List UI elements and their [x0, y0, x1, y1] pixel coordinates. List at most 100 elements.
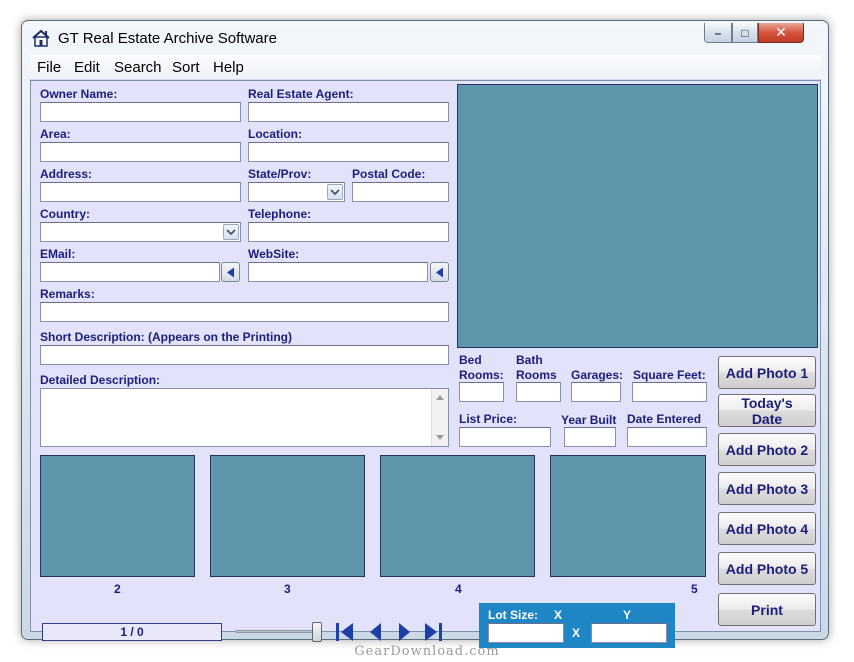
- lot-size-y-input[interactable]: [591, 623, 667, 643]
- postal-code-label: Postal Code:: [352, 167, 426, 181]
- remarks-input[interactable]: [40, 302, 449, 322]
- detailed-description-label: Detailed Description:: [40, 373, 161, 387]
- menu-search[interactable]: Search: [114, 59, 162, 76]
- email-label: EMail:: [40, 247, 76, 261]
- state-label: State/Prov:: [248, 167, 312, 181]
- add-photo-3-button[interactable]: Add Photo 3: [718, 472, 816, 505]
- email-input[interactable]: [40, 262, 220, 282]
- close-icon: ✕: [775, 24, 787, 40]
- chevron-down-icon[interactable]: [327, 184, 343, 200]
- date-entered-input[interactable]: [627, 427, 707, 447]
- vertical-scrollbar[interactable]: [431, 389, 448, 446]
- form-area: Owner Name: Real Estate Agent: Area: Loc…: [30, 80, 821, 648]
- square-feet-label: Square Feet:: [633, 368, 706, 382]
- bed-rooms-input[interactable]: [459, 382, 504, 402]
- chevron-down-icon[interactable]: [223, 224, 239, 240]
- menu-file[interactable]: File: [37, 59, 61, 76]
- menu-help[interactable]: Help: [213, 59, 244, 76]
- website-go-button[interactable]: [430, 262, 449, 282]
- first-record-icon[interactable]: [333, 621, 355, 643]
- previous-record-icon[interactable]: [365, 621, 387, 643]
- maximize-icon: □: [741, 25, 749, 40]
- date-entered-label: Date Entered: [627, 412, 702, 426]
- thumbnail-photo-2[interactable]: [40, 455, 195, 577]
- agent-input[interactable]: [248, 102, 449, 122]
- lot-size-separator: X: [572, 626, 581, 640]
- address-label: Address:: [40, 167, 93, 181]
- telephone-label: Telephone:: [248, 207, 312, 221]
- next-record-icon[interactable]: [393, 621, 415, 643]
- list-price-label: List Price:: [459, 412, 518, 426]
- add-photo-5-button[interactable]: Add Photo 5: [718, 552, 816, 585]
- menu-sort[interactable]: Sort: [172, 59, 200, 76]
- website-label: WebSite:: [248, 247, 300, 261]
- scroll-down-icon[interactable]: [436, 435, 444, 440]
- area-label: Area:: [40, 127, 71, 141]
- thumbnail-number-5: 5: [691, 582, 698, 596]
- lot-size-label: Lot Size:: [488, 608, 538, 622]
- address-input[interactable]: [40, 182, 241, 202]
- thumbnail-photo-5[interactable]: [550, 455, 706, 577]
- detailed-description-textarea[interactable]: [40, 388, 449, 447]
- year-built-label: Year Built: [561, 413, 617, 427]
- add-photo-1-button[interactable]: Add Photo 1: [718, 356, 816, 389]
- area-input[interactable]: [40, 142, 241, 162]
- record-counter: 1 / 0: [42, 623, 222, 641]
- thumbnail-photo-4[interactable]: [380, 455, 535, 577]
- owner-name-input[interactable]: [40, 102, 241, 122]
- todays-date-button[interactable]: Today's Date: [718, 394, 816, 427]
- state-select[interactable]: [248, 182, 345, 202]
- remarks-label: Remarks:: [40, 287, 95, 301]
- bed-rooms-label-line2: Rooms:: [459, 368, 504, 382]
- arrow-left-icon: [436, 267, 443, 277]
- owner-name-label: Owner Name:: [40, 87, 118, 101]
- watermark: GearDownload.com: [354, 644, 500, 659]
- add-photo-2-button[interactable]: Add Photo 2: [718, 433, 816, 466]
- country-select[interactable]: [40, 222, 241, 242]
- short-description-input[interactable]: [40, 345, 449, 365]
- list-price-input[interactable]: [459, 427, 551, 447]
- maximize-button[interactable]: □: [732, 23, 758, 43]
- postal-code-input[interactable]: [352, 182, 449, 202]
- main-photo[interactable]: [457, 84, 818, 348]
- menu-bar: File Edit Search Sort Help: [30, 55, 821, 80]
- thumbnail-number-3: 3: [284, 582, 291, 596]
- lot-size-panel: Lot Size: X Y X: [479, 603, 675, 648]
- telephone-input[interactable]: [248, 222, 449, 242]
- thumbnail-photo-3[interactable]: [210, 455, 365, 577]
- short-description-label: Short Description: (Appears on the Print…: [40, 330, 293, 344]
- close-button[interactable]: ✕: [758, 23, 804, 43]
- bath-rooms-label-line2: Rooms: [516, 368, 557, 382]
- lot-size-x-label: X: [554, 608, 563, 622]
- minimize-button[interactable]: –: [704, 23, 732, 43]
- thumbnail-number-4: 4: [455, 582, 462, 596]
- bed-rooms-label-line1: Bed: [459, 353, 482, 367]
- location-input[interactable]: [248, 142, 449, 162]
- house-icon: [32, 29, 50, 47]
- bath-rooms-label-line1: Bath: [516, 353, 543, 367]
- arrow-left-icon: [227, 267, 234, 277]
- square-feet-input[interactable]: [632, 382, 707, 402]
- location-label: Location:: [248, 127, 302, 141]
- window-title: GT Real Estate Archive Software: [58, 30, 277, 47]
- menu-edit[interactable]: Edit: [74, 59, 100, 76]
- lot-size-y-label: Y: [623, 608, 632, 622]
- agent-label: Real Estate Agent:: [248, 87, 354, 101]
- email-go-button[interactable]: [221, 262, 240, 282]
- record-slider-thumb[interactable]: [312, 622, 322, 642]
- add-photo-4-button[interactable]: Add Photo 4: [718, 512, 816, 545]
- scroll-up-icon[interactable]: [436, 395, 444, 400]
- last-record-icon[interactable]: [423, 621, 445, 643]
- app-window: GT Real Estate Archive Software – □ ✕ Fi…: [21, 20, 829, 648]
- thumbnail-number-2: 2: [114, 582, 121, 596]
- garages-input[interactable]: [571, 382, 621, 402]
- country-label: Country:: [40, 207, 90, 221]
- lot-size-x-input[interactable]: [488, 623, 564, 643]
- minimize-icon: –: [714, 25, 722, 40]
- print-button[interactable]: Print: [718, 593, 816, 626]
- bath-rooms-input[interactable]: [516, 382, 561, 402]
- record-slider-track[interactable]: [235, 630, 319, 633]
- website-input[interactable]: [248, 262, 428, 282]
- garages-label: Garages:: [571, 368, 624, 382]
- year-built-input[interactable]: [564, 427, 616, 447]
